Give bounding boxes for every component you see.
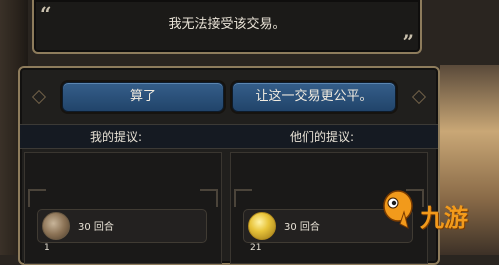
make-fair-button[interactable]: 让这一交易更公平。 [232, 82, 396, 112]
their-offer-label: 他们的提议: [290, 130, 355, 144]
item-duration: 30 回合 [284, 222, 320, 233]
trade-panel: 算了 让这一交易更公平。 我的提议: 他们的提议: 30 回合 1 30 回合 … [18, 66, 440, 265]
item-duration: 30 回合 [78, 222, 114, 233]
frame-corner-ornament [234, 189, 252, 207]
ornament-diamond-icon [411, 89, 427, 105]
frame-corner-ornament [200, 189, 218, 207]
ornament-diamond-icon [31, 89, 47, 105]
my-offer-item[interactable]: 30 回合 1 [37, 209, 207, 253]
offer-header-bar: 我的提议: 他们的提议: [20, 124, 438, 149]
item-quantity: 1 [44, 243, 50, 253]
9you-mascot-icon [383, 190, 413, 229]
my-offer-label: 我的提议: [90, 130, 143, 144]
my-offer-column: 30 回合 1 [24, 152, 222, 264]
watermark-text: 九游 [420, 204, 468, 232]
item-quantity: 21 [250, 243, 262, 253]
leader-speech-bubble: “ 我无法接受该交易。 ” [32, 0, 422, 54]
wood-resource-icon [42, 212, 70, 240]
dialog-message: 我无法接受该交易。 [168, 17, 286, 32]
close-quote-icon: ” [402, 30, 414, 54]
gold-coin-icon [248, 212, 276, 240]
frame-corner-ornament [28, 189, 46, 207]
cancel-button[interactable]: 算了 [62, 82, 224, 112]
